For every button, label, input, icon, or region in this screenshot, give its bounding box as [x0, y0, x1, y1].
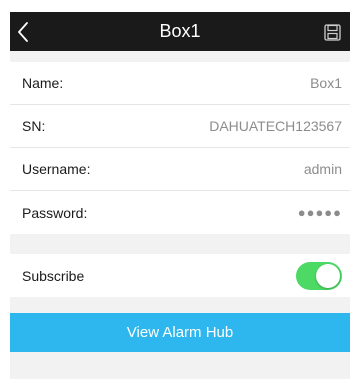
view-alarm-hub-button[interactable]: View Alarm Hub [10, 313, 350, 352]
name-value: Box1 [310, 75, 342, 91]
save-icon [323, 23, 341, 41]
subscribe-label: Subscribe [22, 267, 85, 284]
sn-label: SN: [22, 118, 46, 134]
page-title: Box1 [159, 21, 201, 41]
subscribe-toggle[interactable] [296, 261, 342, 290]
password-label: Password: [22, 204, 88, 221]
username-label: Username: [22, 161, 91, 177]
name-label: Name: [22, 75, 64, 91]
sn-row[interactable]: SN: DAHUATECH123567 [10, 105, 350, 148]
password-row[interactable]: Password: ●●●●● [10, 191, 350, 234]
top-bar: Box1 [10, 12, 350, 51]
username-row[interactable]: Username: admin [10, 148, 350, 191]
sn-value: DAHUATECH123567 [209, 118, 342, 134]
username-value: admin [303, 161, 342, 177]
toggle-knob [316, 263, 340, 288]
subscribe-group: Subscribe [10, 254, 350, 297]
password-value: ●●●●● [297, 205, 342, 220]
save-button[interactable] [322, 22, 342, 42]
subscribe-row: Subscribe [10, 254, 350, 297]
screen: Box1 Name: Box1 SN: DAHUATECH123567 User… [10, 12, 350, 379]
name-row[interactable]: Name: Box1 [10, 62, 350, 105]
device-info-group: Name: Box1 SN: DAHUATECH123567 Username:… [10, 62, 350, 234]
